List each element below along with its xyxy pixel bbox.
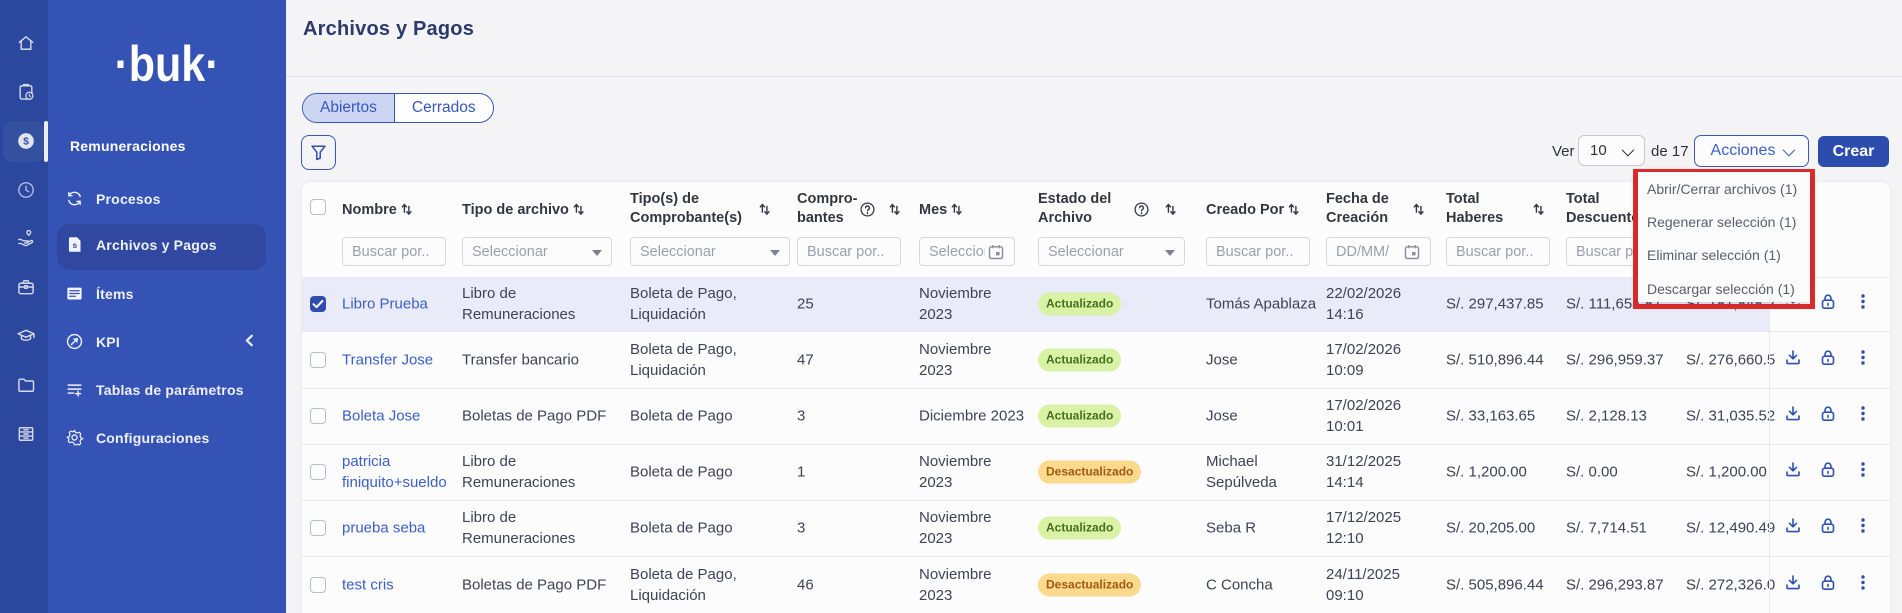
svg-text:$: $ <box>23 137 29 148</box>
svg-text:s: s <box>73 240 78 250</box>
